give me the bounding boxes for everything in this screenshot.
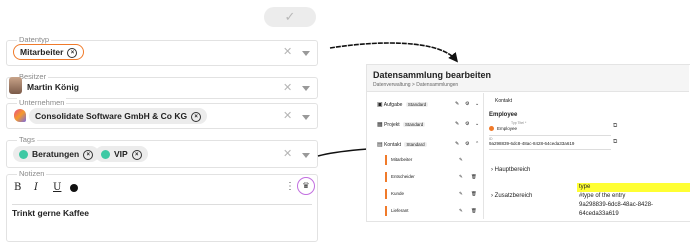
chevron-down-icon[interactable]: ⌄ <box>475 121 479 127</box>
collection-label: Projekt <box>384 122 400 128</box>
collection-row[interactable]: ▣ Aufgabe Standard ✎ ⚙ ⌄ <box>377 101 479 108</box>
arrow-datentyp-to-panel <box>329 42 459 63</box>
edit-icon[interactable]: ✎ <box>459 204 463 218</box>
subitem-row[interactable]: Entscheider ✎ 🗑 <box>383 170 479 184</box>
subitem-row[interactable]: Mitarbeiter ✎ <box>383 153 479 167</box>
subitem-label: Lieferant <box>391 208 409 213</box>
id-value: 9a298839-6dc8-48ac-8428-64ceda33a619 <box>489 141 575 146</box>
title-field-value: Employee <box>497 126 518 131</box>
subitem-color-bar <box>385 206 387 216</box>
collection-label: Kontakt <box>384 142 402 148</box>
breadcrumb-item[interactable]: Datensammlungen <box>416 82 458 88</box>
breadcrumb: Datenverwaltung > Datensammlungen <box>373 82 458 88</box>
settings-icon[interactable]: ⚙ <box>465 141 469 147</box>
task-icon: ▣ <box>377 102 383 108</box>
copy-icon[interactable]: ⧉ <box>613 139 617 146</box>
breadcrumb-separator: > <box>411 82 415 88</box>
collection-badge: Standard <box>403 122 426 127</box>
collection-badge: Standard <box>405 102 429 107</box>
subitem-row[interactable]: Lieferant ✎ 🗑 <box>383 204 479 218</box>
edit-icon[interactable]: ✎ <box>455 141 459 147</box>
subitem-color-bar <box>385 172 387 182</box>
section-zusatzbereich[interactable]: › Zusatzbereich <box>491 193 532 199</box>
edit-icon[interactable]: ✎ <box>459 170 463 184</box>
column-divider <box>483 93 484 219</box>
collection-badge: Standard <box>404 142 427 147</box>
annotation-line1: type <box>579 184 591 190</box>
chevron-right-icon: › <box>491 193 493 199</box>
title-field[interactable]: Typ Titel * Employee ⧉ <box>489 121 617 136</box>
delete-icon[interactable]: 🗑 <box>471 187 477 201</box>
detail-header: Kontakt <box>495 98 512 104</box>
title-field-label: Typ Titel * <box>511 121 527 125</box>
settings-icon[interactable]: ⚙ <box>465 101 469 107</box>
copy-icon[interactable]: ⧉ <box>613 123 617 130</box>
collection-row[interactable]: ▤ Kontakt Standard ✎ ⚙ ⌃ <box>377 141 479 148</box>
subitem-label: Entscheider <box>391 174 415 179</box>
subitem-label: Kunde <box>391 191 405 196</box>
settings-icon[interactable]: ⚙ <box>465 121 469 127</box>
project-icon: ▦ <box>377 122 383 128</box>
subitem-color-bar <box>385 189 387 199</box>
subitem-color-bar <box>385 155 387 165</box>
chevron-down-icon[interactable]: ⌄ <box>475 101 479 107</box>
annotation-box: type #type of the entry 9a298839-6dc8-48… <box>577 183 690 217</box>
edit-icon[interactable]: ✎ <box>455 121 459 127</box>
subitem-label: Mitarbeiter <box>391 157 413 162</box>
section-label: Hauptbereich <box>494 167 531 173</box>
collection-label: Aufgabe <box>383 102 403 108</box>
section-label: Zusatzbereich <box>494 193 533 199</box>
edit-icon[interactable]: ✎ <box>455 101 459 107</box>
annotation-line2: #type of the entry <box>579 193 626 199</box>
section-hauptbereich[interactable]: › Hauptbereich <box>491 167 530 173</box>
contact-icon: ▤ <box>377 142 383 148</box>
annotation-highlight <box>577 183 690 192</box>
chevron-up-icon[interactable]: ⌃ <box>475 141 479 147</box>
id-field: ID 9a298839-6dc8-48ac-8428-64ceda33a619 … <box>489 137 617 150</box>
delete-icon[interactable]: 🗑 <box>471 170 477 184</box>
entity-name: Employee <box>489 112 518 118</box>
panel-title: Datensammlung bearbeiten <box>373 70 492 80</box>
edit-icon[interactable]: ✎ <box>459 187 463 201</box>
collection-row[interactable]: ▦ Projekt Standard ✎ ⚙ ⌄ <box>377 121 479 128</box>
subitem-row[interactable]: Kunde ✎ 🗑 <box>383 187 479 201</box>
annotation-line3: 9a298839-6dc8-48ac-8428-64ceda33a619 <box>579 202 654 217</box>
delete-icon[interactable]: 🗑 <box>471 204 477 218</box>
orange-status-dot <box>489 126 494 131</box>
edit-icon[interactable]: ✎ <box>459 153 463 167</box>
chevron-right-icon: › <box>491 167 493 173</box>
breadcrumb-item[interactable]: Datenverwaltung <box>373 82 411 88</box>
